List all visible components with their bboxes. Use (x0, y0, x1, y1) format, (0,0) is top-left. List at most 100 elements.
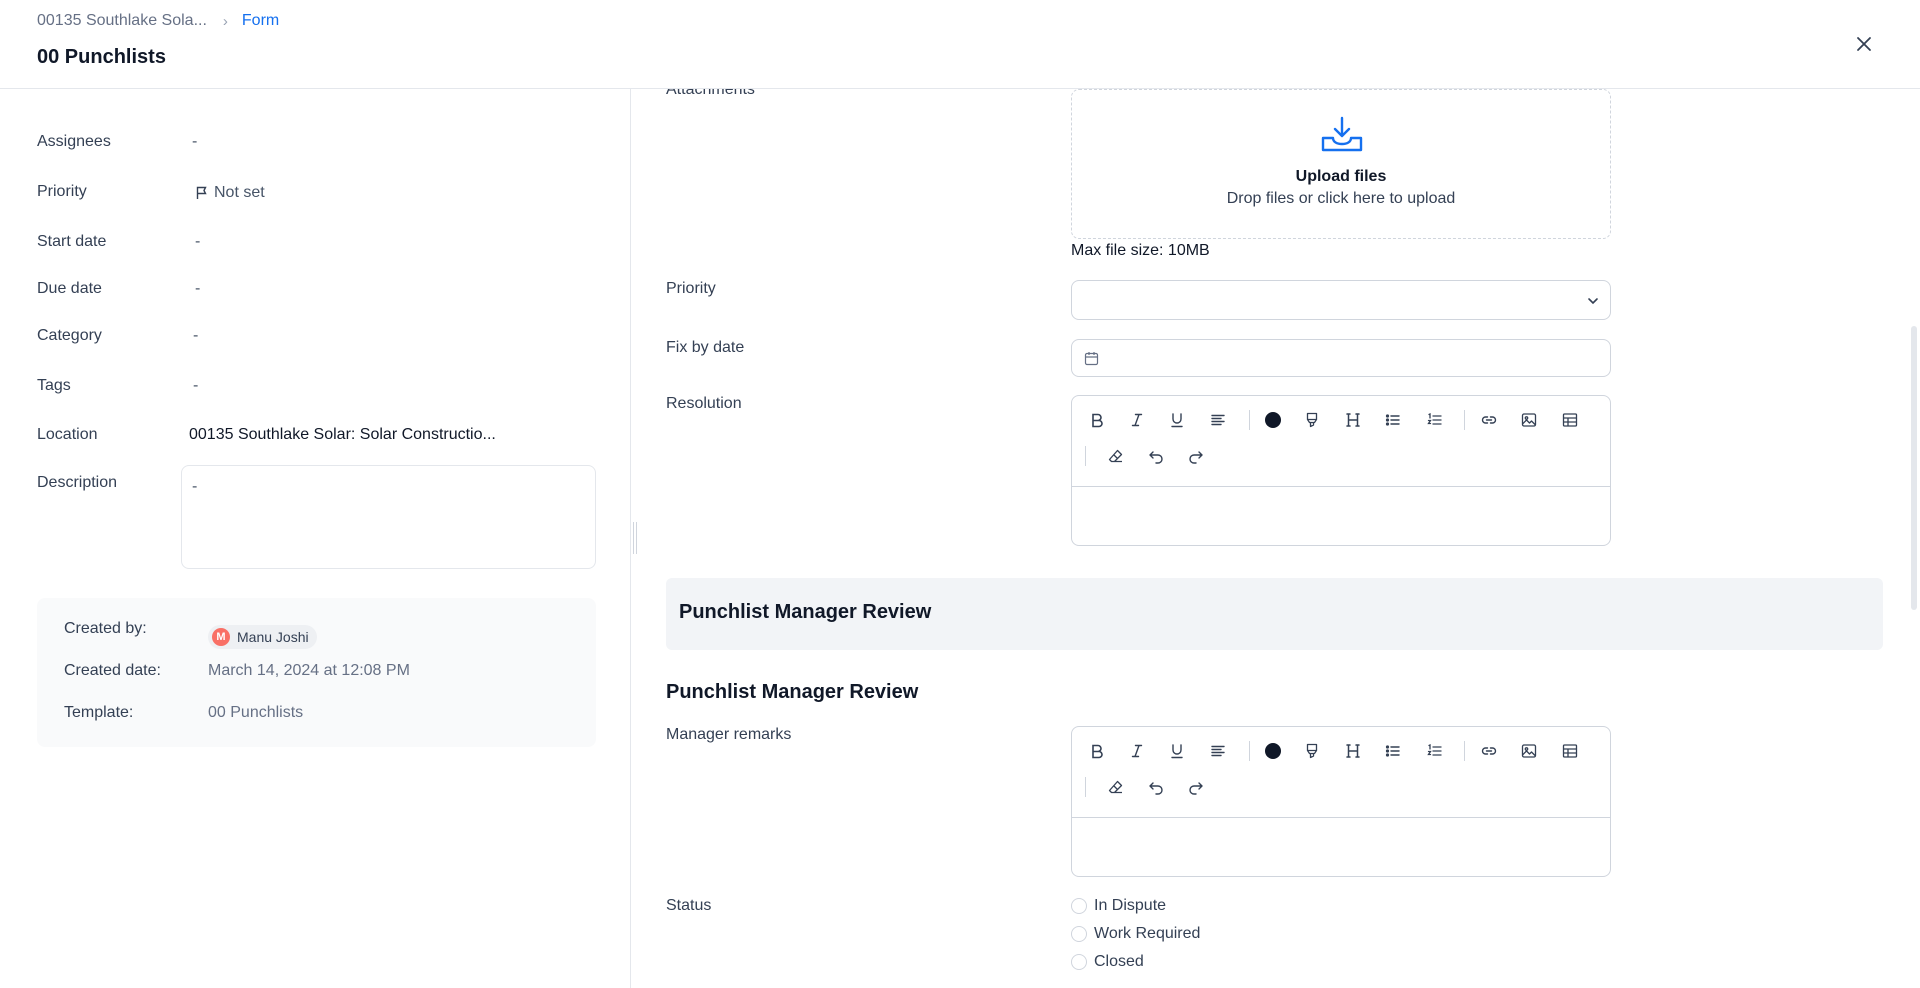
creator-chip: M Manu Joshi (208, 625, 317, 649)
link-icon (1481, 747, 1497, 755)
section-header: Punchlist Manager Review (666, 578, 1883, 650)
priority-field-label: Priority (666, 280, 716, 297)
bold-icon (1092, 744, 1103, 759)
undo-button[interactable] (1145, 445, 1167, 467)
undo-icon (1149, 451, 1163, 464)
location-label: Location (37, 426, 98, 443)
align-left-icon (1211, 745, 1225, 757)
text-color-button[interactable] (1262, 409, 1284, 431)
due-date-value[interactable]: - (195, 280, 200, 298)
table-icon (1562, 413, 1578, 427)
resolution-label: Resolution (666, 395, 742, 412)
scrollbar-thumb[interactable] (1911, 326, 1917, 610)
assignees-value[interactable]: - (192, 133, 197, 151)
fix-by-date-input[interactable] (1071, 339, 1611, 377)
tags-label: Tags (37, 377, 71, 394)
redo-button[interactable] (1185, 445, 1207, 467)
download-tray-icon (1321, 116, 1363, 152)
color-dot-icon (1265, 743, 1281, 759)
status-option-closed[interactable]: Closed (1071, 953, 1144, 971)
numbered-list-button[interactable] (1424, 409, 1446, 431)
bold-button[interactable] (1086, 740, 1108, 762)
calendar-icon (1084, 352, 1099, 366)
manager-remarks-text-area[interactable] (1072, 818, 1610, 876)
numbered-list-icon (1427, 743, 1442, 756)
highlight-button[interactable] (1301, 740, 1323, 762)
section-heading: Punchlist Manager Review (666, 681, 919, 703)
template-label: Template: (64, 704, 134, 721)
breadcrumb-current[interactable]: Form (242, 12, 279, 30)
italic-button[interactable] (1126, 740, 1148, 762)
link-button[interactable] (1478, 740, 1500, 762)
status-option-label: Closed (1094, 953, 1144, 970)
category-label: Category (37, 327, 102, 344)
undo-button[interactable] (1145, 776, 1167, 798)
image-button[interactable] (1518, 409, 1540, 431)
table-button[interactable] (1559, 740, 1581, 762)
highlight-button[interactable] (1301, 409, 1323, 431)
form-panel: Attachments Upload files Drop files or c… (632, 89, 1920, 988)
radio-circle[interactable] (1071, 926, 1087, 942)
clear-format-button[interactable] (1105, 776, 1127, 798)
heading-button[interactable] (1342, 740, 1364, 762)
bullet-list-button[interactable] (1382, 740, 1404, 762)
align-button[interactable] (1207, 740, 1229, 762)
table-button[interactable] (1559, 409, 1581, 431)
location-value[interactable]: 00135 Southlake Solar: Solar Constructio… (189, 426, 496, 444)
align-button[interactable] (1207, 409, 1229, 431)
start-date-value[interactable]: - (195, 233, 200, 251)
eraser-icon (1108, 780, 1123, 794)
italic-icon (1131, 744, 1143, 758)
bullet-list-button[interactable] (1382, 409, 1404, 431)
numbered-list-button[interactable] (1424, 740, 1446, 762)
category-value[interactable]: - (193, 327, 198, 345)
start-date-label: Start date (37, 233, 107, 250)
resolution-editor (1071, 395, 1611, 546)
image-button[interactable] (1518, 740, 1540, 762)
due-date-label: Due date (37, 280, 102, 297)
text-color-button[interactable] (1262, 740, 1284, 762)
breadcrumb-project-link[interactable]: 00135 Southlake Sola... (37, 12, 207, 30)
max-file-size: Max file size: 10MB (1071, 242, 1210, 259)
description-label: Description (37, 474, 118, 491)
bold-button[interactable] (1086, 409, 1108, 431)
status-option-work-required[interactable]: Work Required (1071, 925, 1200, 943)
heading-button[interactable] (1342, 409, 1364, 431)
manager-remarks-editor (1071, 726, 1611, 877)
attachments-label: Attachments (666, 89, 755, 98)
align-left-icon (1211, 414, 1225, 426)
description-field[interactable]: - (181, 465, 596, 569)
radio-circle[interactable] (1071, 954, 1087, 970)
underline-button[interactable] (1166, 740, 1188, 762)
redo-button[interactable] (1185, 776, 1207, 798)
clear-format-button[interactable] (1105, 445, 1127, 467)
radio-circle[interactable] (1071, 898, 1087, 914)
flag-icon (196, 186, 207, 199)
resolution-text-area[interactable] (1072, 487, 1610, 545)
image-icon (1521, 413, 1537, 427)
underline-button[interactable] (1166, 409, 1188, 431)
heading-icon (1346, 744, 1360, 758)
italic-button[interactable] (1126, 409, 1148, 431)
priority-value[interactable]: Not set (195, 184, 265, 202)
table-icon (1562, 744, 1578, 758)
status-option-label: Work Required (1094, 925, 1201, 942)
created-by-label: Created by: (64, 620, 147, 637)
close-button[interactable] (1852, 32, 1876, 56)
section-header-title: Punchlist Manager Review (679, 601, 932, 623)
priority-select[interactable] (1071, 280, 1611, 320)
assignees-label: Assignees (37, 133, 111, 150)
link-icon (1481, 416, 1497, 424)
bold-icon (1092, 413, 1103, 428)
upload-hint: Drop files or click here to upload (1226, 190, 1456, 207)
status-option-in-dispute[interactable]: In Dispute (1071, 897, 1166, 915)
template-value: 00 Punchlists (208, 704, 304, 721)
highlighter-icon (1306, 743, 1318, 759)
upload-dropzone[interactable]: Upload files Drop files or click here to… (1071, 89, 1611, 239)
link-button[interactable] (1478, 409, 1500, 431)
details-panel: Assignees - Priority Not set Start date … (0, 89, 631, 988)
status-label: Status (666, 897, 712, 914)
status-option-label: In Dispute (1094, 897, 1167, 914)
tags-value[interactable]: - (193, 377, 198, 395)
fix-by-date-label: Fix by date (666, 339, 745, 356)
